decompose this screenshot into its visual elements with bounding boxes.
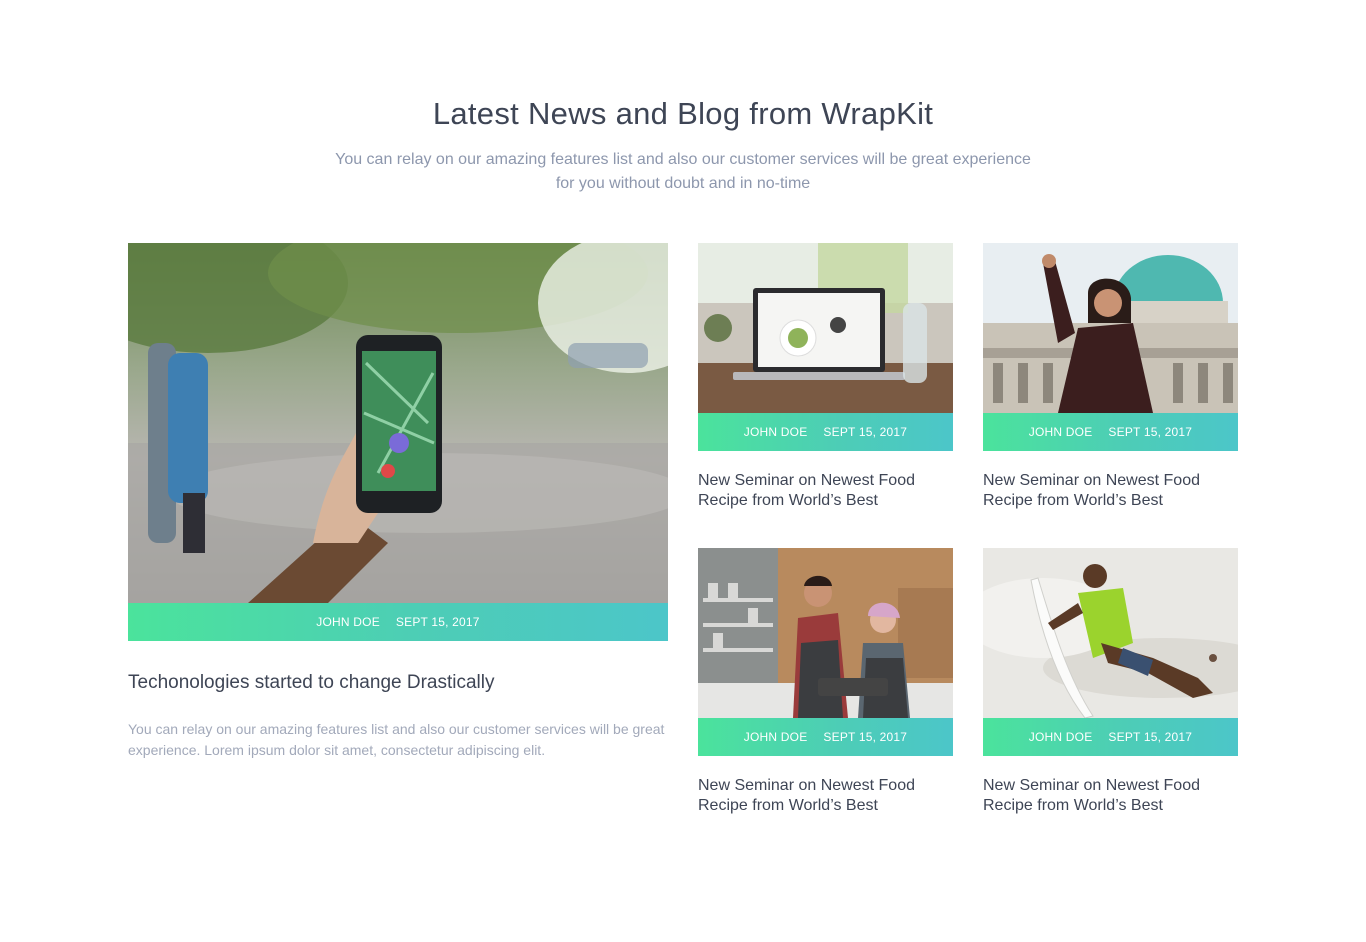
featured-post-title[interactable]: Techonologies started to change Drastica… (128, 671, 668, 695)
post-image[interactable] (983, 243, 1238, 413)
post-title[interactable]: New Seminar on Newest Food Recipe from W… (698, 776, 953, 816)
featured-post-description: You can relay on our amazing features li… (128, 721, 665, 758)
featured-post-image[interactable] (128, 243, 668, 603)
post-date: SEPT 15, 2017 (1108, 425, 1193, 439)
post-image[interactable] (698, 243, 953, 413)
post-meta: JOHN DOE SEPT 15, 2017 (983, 718, 1238, 756)
post-date: SEPT 15, 2017 (395, 615, 480, 629)
post-date: SEPT 15, 2017 (823, 730, 908, 744)
post-title[interactable]: New Seminar on Newest Food Recipe from W… (698, 471, 953, 511)
author-name[interactable]: JOHN DOE (744, 730, 808, 744)
author-name[interactable]: JOHN DOE (316, 615, 380, 629)
post-title[interactable]: New Seminar on Newest Food Recipe from W… (983, 471, 1238, 511)
post-card[interactable]: JOHN DOE SEPT 15, 2017 New Seminar on Ne… (698, 548, 953, 816)
post-meta: JOHN DOE SEPT 15, 2017 (983, 413, 1238, 451)
post-title[interactable]: New Seminar on Newest Food Recipe from W… (983, 776, 1238, 816)
post-meta: JOHN DOE SEPT 15, 2017 (698, 718, 953, 756)
post-image[interactable] (698, 548, 953, 718)
post-card[interactable]: JOHN DOE SEPT 15, 2017 New Seminar on Ne… (698, 243, 953, 511)
author-name[interactable]: JOHN DOE (1029, 730, 1093, 744)
post-date: SEPT 15, 2017 (823, 425, 908, 439)
blog-section: Latest News and Blog from WrapKit You ca… (0, 0, 1366, 942)
post-card[interactable]: JOHN DOE SEPT 15, 2017 New Seminar on Ne… (983, 548, 1238, 816)
post-card[interactable]: JOHN DOE SEPT 15, 2017 New Seminar on Ne… (983, 243, 1238, 511)
author-name[interactable]: JOHN DOE (744, 425, 808, 439)
section-title: Latest News and Blog from WrapKit (432, 96, 934, 131)
featured-post-card[interactable]: JOHN DOE SEPT 15, 2017 Techonologies sta… (128, 243, 668, 761)
featured-post-meta: JOHN DOE SEPT 15, 2017 (128, 603, 668, 641)
post-image[interactable] (983, 548, 1238, 718)
section-subtitle: You can relay on our amazing features li… (335, 151, 1031, 192)
author-name[interactable]: JOHN DOE (1029, 425, 1093, 439)
post-date: SEPT 15, 2017 (1108, 730, 1193, 744)
post-meta: JOHN DOE SEPT 15, 2017 (698, 413, 953, 451)
